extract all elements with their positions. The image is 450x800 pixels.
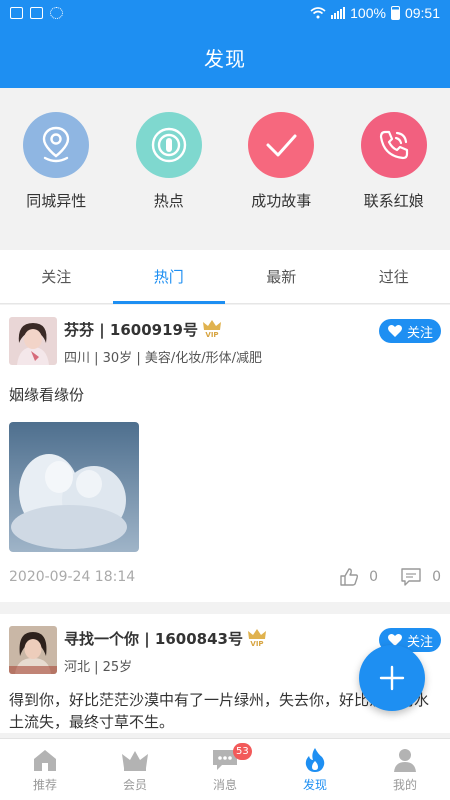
page-title: 发现 xyxy=(0,26,450,88)
avatar[interactable] xyxy=(9,317,57,365)
bag-notification-icon xyxy=(30,7,43,19)
quick-actions: 同城异性 热点 成功故事 联系红娘 xyxy=(0,88,450,250)
location-pin-icon xyxy=(43,126,70,163)
feed-tabs: 关注 热门 最新 过往 xyxy=(0,250,450,304)
post-author-info: 四川 | 30岁 | 美容/化妆/形体/减肥 xyxy=(64,351,262,366)
matchmaker-circle xyxy=(360,112,427,178)
comment-icon xyxy=(401,568,421,586)
wifi-icon xyxy=(310,7,326,19)
stories-circle xyxy=(248,112,315,178)
phone-icon xyxy=(379,130,408,160)
user-icon xyxy=(394,749,416,772)
nav-label: 会员 xyxy=(122,778,147,792)
nav-label: 我的 xyxy=(392,778,417,792)
checkmark-icon xyxy=(266,134,297,157)
vip-label: VIP xyxy=(205,331,219,339)
success-stories-button[interactable]: 成功故事 xyxy=(225,112,337,250)
nav-recommend[interactable]: 推荐 xyxy=(0,739,90,800)
nav-membership[interactable]: 会员 xyxy=(90,739,180,800)
vip-crown-icon: VIP xyxy=(247,628,267,648)
signal-icon xyxy=(331,7,346,19)
thumbs-up-icon xyxy=(340,568,359,586)
qa-label-hotspot: 热点 xyxy=(153,192,184,210)
post-text: 姻缘看缘份 xyxy=(9,386,85,404)
follow-label: 关注 xyxy=(406,325,433,341)
create-post-button[interactable] xyxy=(359,645,425,711)
nav-messages[interactable]: 53 消息 xyxy=(180,739,270,800)
heart-icon xyxy=(387,324,402,337)
vip-label: VIP xyxy=(250,640,264,648)
post-image[interactable] xyxy=(9,422,139,552)
qa-label-stories: 成功故事 xyxy=(251,192,312,210)
battery-icon xyxy=(390,6,400,20)
post-author-name[interactable]: 寻找一个你 | 1600843号 xyxy=(64,628,243,649)
tab-past[interactable]: 过往 xyxy=(338,250,450,303)
battery-percent: 100% xyxy=(350,5,386,21)
comment-count: 0 xyxy=(432,569,441,585)
hotspot-circle xyxy=(135,112,202,178)
nearby-opposite-sex-button[interactable]: 同城异性 xyxy=(0,112,112,250)
follow-button[interactable]: 关注 xyxy=(379,319,441,343)
feed-post[interactable]: 芬芬 | 1600919号 VIP 四川 | 30岁 | 美容/化妆/形体/减肥… xyxy=(0,305,450,602)
hotspot-button[interactable]: 热点 xyxy=(113,112,225,250)
nav-label: 消息 xyxy=(212,778,237,792)
vip-crown-icon: VIP xyxy=(202,319,222,339)
nearby-circle xyxy=(23,112,90,178)
avatar[interactable] xyxy=(9,626,57,674)
comment-button[interactable]: 0 xyxy=(400,567,441,587)
like-button[interactable]: 0 xyxy=(339,567,378,587)
nav-profile[interactable]: 我的 xyxy=(360,739,450,800)
broadcast-icon xyxy=(151,127,186,163)
apps-notification-icon xyxy=(50,7,63,19)
home-icon xyxy=(34,750,56,771)
plus-icon xyxy=(379,665,405,691)
nav-label: 推荐 xyxy=(32,778,57,792)
contact-matchmaker-button[interactable]: 联系红娘 xyxy=(338,112,450,250)
nav-discover[interactable]: 发现 xyxy=(270,739,360,800)
post-author-name[interactable]: 芬芬 | 1600919号 xyxy=(64,319,198,340)
qa-label-nearby: 同城异性 xyxy=(26,192,87,210)
qa-label-matchmaker: 联系红娘 xyxy=(363,192,424,210)
unread-badge: 53 xyxy=(233,743,252,760)
status-bar: 100% 09:51 xyxy=(0,0,450,26)
follow-label: 关注 xyxy=(406,634,433,650)
bottom-nav: 推荐 会员 53 消息 发现 我的 xyxy=(0,738,450,800)
tab-following[interactable]: 关注 xyxy=(0,250,113,303)
like-count: 0 xyxy=(369,569,379,585)
crown-icon xyxy=(122,751,148,771)
flame-icon xyxy=(305,748,325,772)
tab-popular[interactable]: 热门 xyxy=(112,250,226,304)
nav-label: 发现 xyxy=(302,778,327,792)
clock: 09:51 xyxy=(404,5,440,21)
post-timestamp: 2020-09-24 18:14 xyxy=(9,569,136,585)
gallery-notification-icon xyxy=(10,7,23,19)
tab-latest[interactable]: 最新 xyxy=(225,250,338,303)
